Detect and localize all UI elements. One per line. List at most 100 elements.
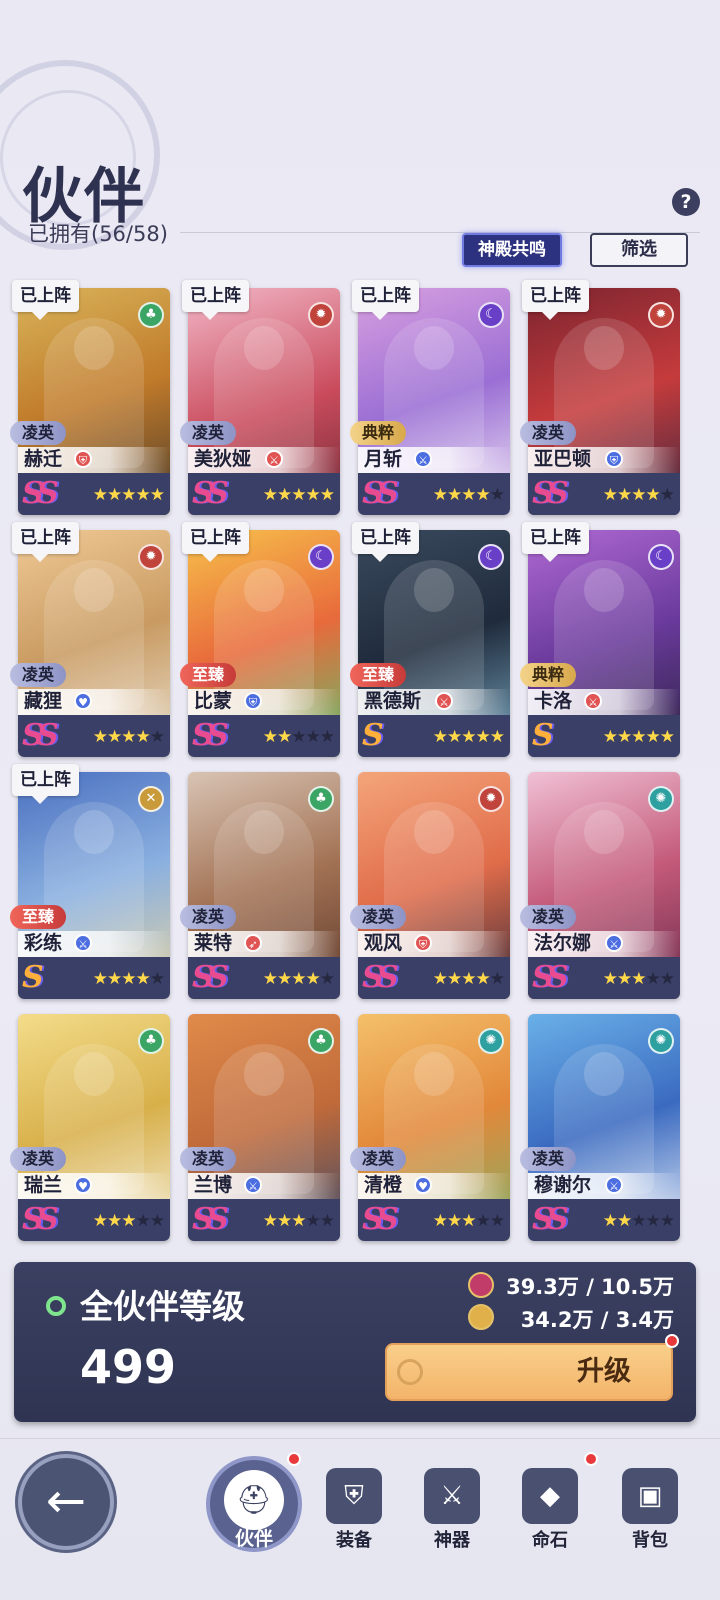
partner-notify-dot xyxy=(287,1452,301,1466)
rank-badge: SS xyxy=(362,1202,399,1237)
tier-badge: 凌英 xyxy=(520,421,577,445)
deployed-tag: 已上阵 xyxy=(182,522,249,562)
flame-element-icon: ✹ xyxy=(648,302,674,328)
partner-portrait: SS ★★★★★ 穆谢尔 ⚔ ✺ xyxy=(528,1014,680,1241)
star-icon: ★ xyxy=(277,727,292,747)
partner-portrait: SS ★★★★★ 比蒙 ⛨ ☾ xyxy=(188,530,340,757)
partner-card[interactable]: SS ★★★★★ 清橙 ♥ ✺ 凌英 xyxy=(350,1006,510,1241)
partner-card[interactable]: SS ★★★★★ 法尔娜 ⚔ ✺ 凌英 xyxy=(520,764,680,999)
star-rating: ★★★★★ xyxy=(433,727,505,747)
partner-card[interactable]: SS ★★★★★ 穆谢尔 ⚔ ✺ 凌英 xyxy=(520,1006,680,1241)
partner-card[interactable]: SS ★★★★★ 莱特 ➶ ♣ 凌英 xyxy=(180,764,340,999)
rank-badge: SS xyxy=(22,1202,59,1237)
nav-item-stone[interactable]: ◆ 命石 xyxy=(510,1468,590,1552)
partner-name: 清橙 xyxy=(364,1174,403,1196)
star-icon: ★ xyxy=(121,485,136,505)
star-icon: ★ xyxy=(489,969,505,989)
star-rating: ★★★★★ xyxy=(433,1211,505,1231)
rank-badge: S xyxy=(532,718,554,753)
star-rating: ★★★★★ xyxy=(93,969,165,989)
partner-card[interactable]: S ★★★★★ 黑德斯 ⚔ ☾ 至臻 已上阵 xyxy=(350,522,510,757)
tier-badge: 凌英 xyxy=(10,1147,67,1171)
partner-card[interactable]: SS ★★★★★ 藏狸 ♥ ✹ 凌英 已上阵 xyxy=(10,522,170,757)
star-icon: ★ xyxy=(149,727,165,747)
help-icon[interactable]: ? xyxy=(672,188,700,216)
star-icon: ★ xyxy=(617,969,632,989)
star-icon: ★ xyxy=(135,969,151,989)
star-icon: ★ xyxy=(475,485,491,505)
level-panel: 全伙伴等级 499 39.3万 / 10.5万 34.2万 / 3.4万 升级 xyxy=(14,1262,696,1422)
rank-badge: SS xyxy=(192,960,229,995)
sword-class-icon: ⚔ xyxy=(244,1176,262,1194)
shield-class-icon: ⛨ xyxy=(414,934,432,952)
nav-label-backpack: 背包 xyxy=(632,1530,668,1551)
rank-badge: SS xyxy=(22,718,59,753)
deployed-tag: 已上阵 xyxy=(352,522,419,562)
partner-portrait: SS ★★★★★ 清橙 ♥ ✺ xyxy=(358,1014,510,1241)
partner-card[interactable]: SS ★★★★★ 观风 ⛨ ✹ 凌英 xyxy=(350,764,510,999)
tier-badge: 凌英 xyxy=(350,905,407,929)
star-icon: ★ xyxy=(135,485,151,505)
star-icon: ★ xyxy=(149,485,165,505)
upgrade-button[interactable]: 升级 xyxy=(385,1343,673,1401)
partner-card[interactable]: SS ★★★★★ 美狄娅 ⚔ ✹ 凌英 已上阵 xyxy=(180,280,340,515)
temple-resonance-button[interactable]: 神殿共鸣 xyxy=(462,233,562,267)
deployed-tag: 已上阵 xyxy=(12,522,79,562)
star-icon: ★ xyxy=(447,485,462,505)
star-icon: ★ xyxy=(659,969,675,989)
star-icon: ★ xyxy=(305,969,321,989)
partner-card[interactable]: SS ★★★★★ 兰博 ⚔ ♣ 凌英 xyxy=(180,1006,340,1241)
star-icon: ★ xyxy=(475,969,491,989)
moon-element-icon: ☾ xyxy=(648,544,674,570)
filter-button[interactable]: 筛选 xyxy=(590,233,688,267)
partner-name: 瑞兰 xyxy=(24,1174,63,1196)
gold-resource-icon xyxy=(468,1304,494,1330)
partner-portrait: SS ★★★★★ 赫迁 ⛨ ♣ xyxy=(18,288,170,515)
artifact-icon: ⚔ xyxy=(424,1468,480,1524)
star-icon: ★ xyxy=(631,727,646,747)
rank-badge: SS xyxy=(362,476,399,511)
star-icon: ★ xyxy=(461,727,476,747)
star-icon: ★ xyxy=(461,969,476,989)
star-icon: ★ xyxy=(602,727,618,747)
partner-card[interactable]: SS ★★★★★ 比蒙 ⛨ ☾ 至臻 已上阵 xyxy=(180,522,340,757)
star-icon: ★ xyxy=(602,485,618,505)
partner-portrait: SS ★★★★★ 亚巴顿 ⛨ ✹ xyxy=(528,288,680,515)
partner-portrait: SS ★★★★★ 兰博 ⚔ ♣ xyxy=(188,1014,340,1241)
star-icon: ★ xyxy=(475,1211,491,1231)
tier-badge: 至臻 xyxy=(10,905,67,929)
partner-card[interactable]: S ★★★★★ 卡洛 ⚔ ☾ 典粹 已上阵 xyxy=(520,522,680,757)
partner-portrait: SS ★★★★★ 月斩 ⚔ ☾ xyxy=(358,288,510,515)
partner-portrait: SS ★★★★★ 观风 ⛨ ✹ xyxy=(358,772,510,999)
partner-card[interactable]: S ★★★★★ 彩练 ⚔ ✕ 至臻 已上阵 xyxy=(10,764,170,999)
nav-item-equipment[interactable]: ⛨ 装备 xyxy=(314,1468,394,1552)
wind-element-icon: ✺ xyxy=(648,786,674,812)
star-icon: ★ xyxy=(489,485,505,505)
tier-badge: 典粹 xyxy=(350,421,407,445)
coin-icon xyxy=(397,1359,423,1385)
partner-card[interactable]: SS ★★★★★ 瑞兰 ♥ ♣ 凌英 xyxy=(10,1006,170,1241)
nav-item-backpack[interactable]: ▣ 背包 xyxy=(610,1468,690,1552)
nav-item-artifact[interactable]: ⚔ 神器 xyxy=(412,1468,492,1552)
partner-card[interactable]: SS ★★★★★ 月斩 ⚔ ☾ 典粹 已上阵 xyxy=(350,280,510,515)
back-button[interactable]: ← xyxy=(18,1454,114,1550)
moon-element-icon: ☾ xyxy=(478,544,504,570)
wind-element-icon: ✺ xyxy=(478,1028,504,1054)
nav-item-partner[interactable]: ⛑ 伙伴 xyxy=(206,1456,302,1552)
moon-element-icon: ☾ xyxy=(478,302,504,328)
tier-badge: 凌英 xyxy=(180,1147,237,1171)
partner-card[interactable]: SS ★★★★★ 赫迁 ⛨ ♣ 凌英 已上阵 xyxy=(10,280,170,515)
star-icon: ★ xyxy=(121,969,136,989)
partner-name: 莱特 xyxy=(194,932,233,954)
partner-name: 彩练 xyxy=(24,932,63,954)
star-icon: ★ xyxy=(92,485,108,505)
star-icon: ★ xyxy=(617,485,632,505)
star-rating: ★★★★★ xyxy=(602,485,675,505)
star-icon: ★ xyxy=(617,1211,632,1231)
bow-class-icon: ➶ xyxy=(244,934,262,952)
star-icon: ★ xyxy=(121,727,136,747)
star-icon: ★ xyxy=(645,1211,661,1231)
partner-card[interactable]: SS ★★★★★ 亚巴顿 ⛨ ✹ 凌英 已上阵 xyxy=(520,280,680,515)
star-rating: ★★★★★ xyxy=(433,485,505,505)
partner-portrait: SS ★★★★★ 瑞兰 ♥ ♣ xyxy=(18,1014,170,1241)
